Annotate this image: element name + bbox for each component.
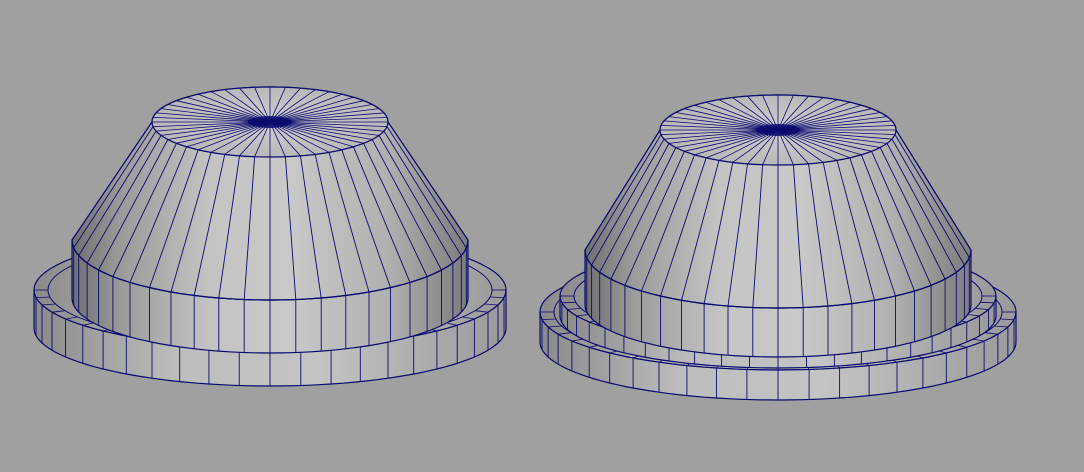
top-cap-pole (756, 124, 800, 136)
top-cap-pole (248, 116, 292, 128)
ring-radial-edge (561, 301, 576, 304)
ring-radial-edge (980, 301, 995, 304)
left-mesh[interactable] (33, 86, 507, 387)
right-mesh[interactable] (539, 94, 1017, 401)
viewport-3d[interactable] (0, 0, 1084, 472)
viewport-canvas[interactable] (0, 0, 1084, 472)
